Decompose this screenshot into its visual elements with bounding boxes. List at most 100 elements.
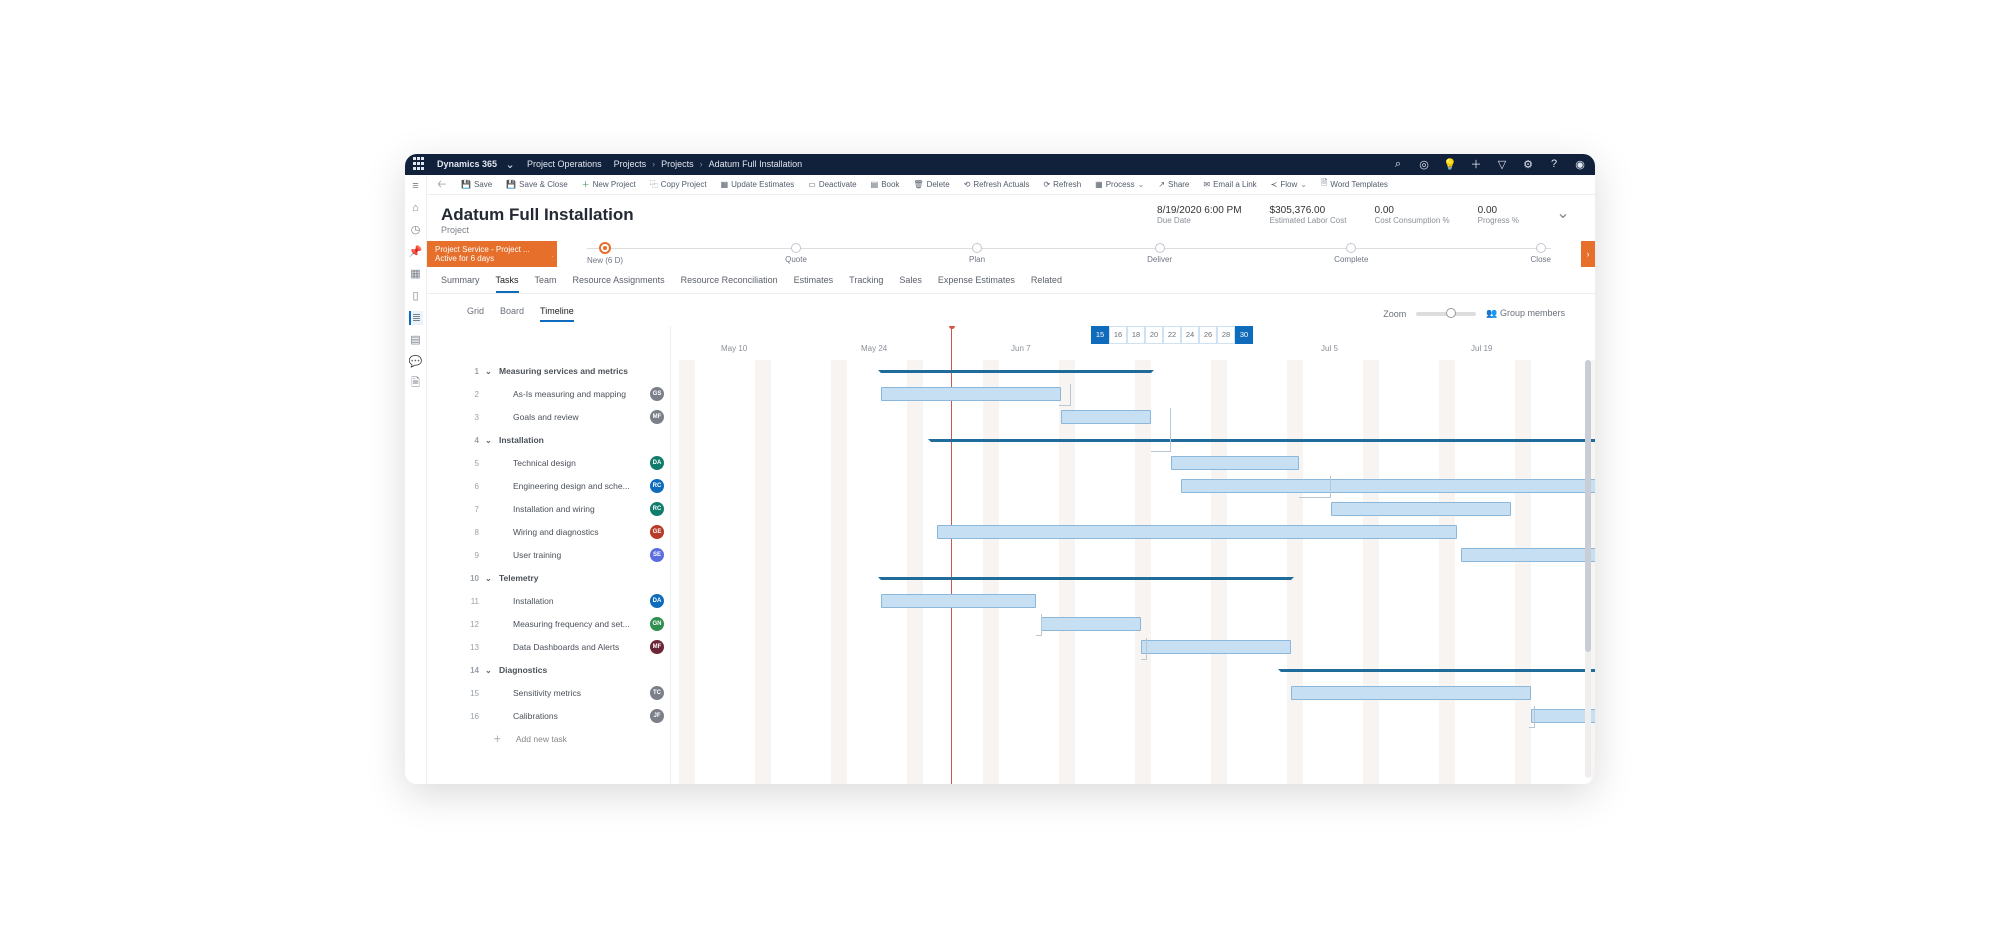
product-name[interactable]: Dynamics 365 <box>437 159 497 169</box>
deactivate-button[interactable]: ▭ Deactivate <box>808 180 856 189</box>
summary-bar[interactable] <box>881 370 1151 373</box>
tab-tasks[interactable]: Tasks <box>496 275 519 293</box>
assignee-avatar[interactable]: RC <box>650 502 664 516</box>
chat-icon[interactable]: 💬 <box>409 355 423 369</box>
recent-icon[interactable]: ◷ <box>409 223 423 237</box>
calendar-icon[interactable]: ▤ <box>409 333 423 347</box>
assignee-avatar[interactable]: GS <box>650 387 664 401</box>
save-button[interactable]: 💾 Save <box>461 180 492 189</box>
task-row[interactable]: 11InstallationDA <box>461 590 670 613</box>
task-row[interactable]: 13Data Dashboards and AlertsMF <box>461 636 670 659</box>
assignee-avatar[interactable]: GE <box>650 525 664 539</box>
summary-bar[interactable] <box>881 577 1291 580</box>
tab-summary[interactable]: Summary <box>441 275 480 293</box>
view-grid[interactable]: Grid <box>467 306 484 322</box>
process-button[interactable]: ▦ Process ⌄ <box>1095 180 1144 189</box>
assignee-avatar[interactable]: RC <box>650 479 664 493</box>
task-bar[interactable] <box>937 525 1457 539</box>
task-row[interactable]: 6Engineering design and sche...RC <box>461 475 670 498</box>
task-row[interactable]: 2As-Is measuring and mappingGS <box>461 383 670 406</box>
chevron-down-icon[interactable]: ⌄ <box>485 436 493 445</box>
day-cell[interactable]: 30 <box>1235 326 1253 344</box>
tab-estimates[interactable]: Estimates <box>794 275 834 293</box>
tab-team[interactable]: Team <box>535 275 557 293</box>
refresh-button[interactable]: ⟳ Refresh <box>1043 180 1081 189</box>
app-launcher-icon[interactable] <box>413 157 427 171</box>
task-row[interactable]: 9User trainingSE <box>461 544 670 567</box>
scrollbar-thumb[interactable] <box>1585 360 1591 653</box>
bpf-stage-complete[interactable]: Complete <box>1334 243 1368 264</box>
assignee-avatar[interactable]: MF <box>650 410 664 424</box>
email-link-button[interactable]: ✉ Email a Link <box>1203 180 1256 189</box>
day-cell[interactable]: 15 <box>1091 326 1109 344</box>
day-cell[interactable]: 22 <box>1163 326 1181 344</box>
add-task-button[interactable]: ＋ Add new task <box>461 728 670 751</box>
tab-tracking[interactable]: Tracking <box>849 275 883 293</box>
day-ruler[interactable]: Sun Wed Sun 15 16 18 20 22 24 26 28 30 <box>1091 326 1253 344</box>
menu-icon[interactable]: ≡ <box>409 179 423 193</box>
task-bar[interactable] <box>881 387 1061 401</box>
bpf-stage-quote[interactable]: Quote <box>785 243 807 264</box>
task-bar[interactable] <box>1141 640 1291 654</box>
book-button[interactable]: ▤ Book <box>871 180 900 189</box>
summary-bar[interactable] <box>1281 669 1595 672</box>
help-icon[interactable]: ? <box>1547 157 1561 171</box>
day-cell[interactable]: 18 <box>1127 326 1145 344</box>
task-row[interactable]: 15Sensitivity metricsTC <box>461 682 670 705</box>
vertical-scrollbar[interactable] <box>1585 360 1591 778</box>
share-button[interactable]: ↗ Share <box>1158 180 1189 189</box>
target-icon[interactable]: ◎ <box>1417 157 1431 171</box>
task-group-row[interactable]: 1⌄Measuring services and metrics <box>461 360 670 383</box>
list-icon[interactable]: ≣ <box>409 311 423 325</box>
page-icon[interactable]: ▯ <box>409 289 423 303</box>
assignee-avatar[interactable]: SE <box>650 548 664 562</box>
zoom-slider[interactable] <box>1416 312 1476 316</box>
task-group-row[interactable]: 4⌄Installation <box>461 429 670 452</box>
update-estimates-button[interactable]: ▦ Update Estimates <box>721 180 795 189</box>
plus-icon[interactable]: ＋ <box>1469 157 1483 171</box>
task-row[interactable]: 7Installation and wiringRC <box>461 498 670 521</box>
day-cell[interactable]: 24 <box>1181 326 1199 344</box>
user-avatar-icon[interactable]: ◉ <box>1573 157 1587 171</box>
assignee-avatar[interactable]: TC <box>650 686 664 700</box>
bpf-current-stage-badge[interactable]: Project Service - Project ... Active for… <box>427 241 557 267</box>
home-icon[interactable]: ⌂ <box>409 201 423 215</box>
tab-resource-assignments[interactable]: Resource Assignments <box>573 275 665 293</box>
tab-resource-reconciliation[interactable]: Resource Reconciliation <box>681 275 778 293</box>
task-bar[interactable] <box>1291 686 1531 700</box>
flow-button[interactable]: ≺ Flow ⌄ <box>1271 180 1307 189</box>
task-group-row[interactable]: 10⌄Telemetry <box>461 567 670 590</box>
note-icon[interactable]: 🗎 <box>409 377 423 391</box>
breadcrumb-1[interactable]: Projects <box>614 159 647 169</box>
bpf-stage-new[interactable]: New (6 D) <box>587 242 623 265</box>
breadcrumb-2[interactable]: Projects <box>661 159 694 169</box>
task-row[interactable]: 12Measuring frequency and set...GN <box>461 613 670 636</box>
assignee-avatar[interactable]: MF <box>650 640 664 654</box>
group-members-button[interactable]: 👥 Group members <box>1486 308 1565 319</box>
gear-icon[interactable]: ⚙ <box>1521 157 1535 171</box>
task-bar[interactable] <box>881 594 1036 608</box>
bpf-stage-close[interactable]: Close <box>1531 243 1551 264</box>
copy-project-button[interactable]: ⿻ Copy Project <box>650 179 707 190</box>
slider-thumb[interactable] <box>1446 308 1456 318</box>
breadcrumb-3[interactable]: Adatum Full Installation <box>709 159 803 169</box>
chevron-down-icon[interactable]: ⌄ <box>485 666 493 675</box>
task-bar[interactable] <box>1061 410 1151 424</box>
timeline-canvas[interactable]: Sun Wed Sun 15 16 18 20 22 24 26 28 30 <box>671 326 1595 784</box>
pin-icon[interactable]: 📌 <box>409 245 423 259</box>
chevron-down-icon[interactable]: ⌄ <box>503 157 517 171</box>
delete-button[interactable]: 🗑 Delete <box>913 180 949 189</box>
tab-sales[interactable]: Sales <box>899 275 922 293</box>
tab-expense-estimates[interactable]: Expense Estimates <box>938 275 1015 293</box>
bpf-stage-deliver[interactable]: Deliver <box>1147 243 1172 264</box>
filter-icon[interactable]: ▽ <box>1495 157 1509 171</box>
assignee-avatar[interactable]: JF <box>650 709 664 723</box>
day-cell[interactable]: 16 <box>1109 326 1127 344</box>
bpf-stage-plan[interactable]: Plan <box>969 243 985 264</box>
word-templates-button[interactable]: 🗎 Word Templates <box>1321 177 1388 191</box>
chevron-down-icon[interactable]: ⌄ <box>485 574 493 583</box>
chevron-down-icon[interactable]: ⌄ <box>1555 205 1571 221</box>
module-name[interactable]: Project Operations <box>527 159 602 169</box>
day-cell[interactable]: 26 <box>1199 326 1217 344</box>
view-board[interactable]: Board <box>500 306 524 322</box>
